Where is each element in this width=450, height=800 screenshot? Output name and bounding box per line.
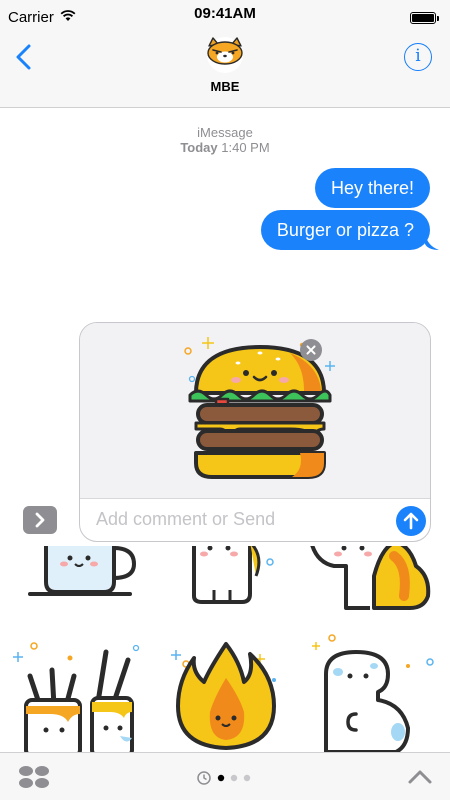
arrow-up-icon: [403, 512, 419, 530]
mug-sticker[interactable]: [20, 546, 144, 598]
bubble-tail: [425, 234, 439, 250]
info-button[interactable]: i: [404, 43, 432, 71]
battery-icon: [410, 12, 439, 24]
chevron-right-icon: [35, 512, 45, 528]
flame-sticker[interactable]: [164, 632, 288, 752]
clock: 09:41AM: [194, 5, 256, 22]
timestamp: Today 1:40 PM: [0, 140, 450, 155]
fries-sticker[interactable]: [300, 546, 440, 612]
app-store-grid-icon[interactable]: [18, 765, 50, 789]
expand-apps-button[interactable]: [23, 506, 57, 534]
service-label: iMessage: [197, 125, 253, 140]
chevron-up-icon[interactable]: [406, 767, 434, 787]
send-button[interactable]: [396, 506, 426, 536]
compose-box: Add comment or Send: [79, 322, 431, 542]
contact-avatar[interactable]: [201, 36, 249, 74]
dinosaur-sticker[interactable]: [304, 632, 444, 752]
comment-input[interactable]: Add comment or Send: [96, 509, 275, 530]
timestamp-time: 1:40 PM: [221, 140, 270, 155]
page-indicator[interactable]: [196, 770, 266, 786]
timestamp-day: Today: [180, 140, 218, 155]
contact-name[interactable]: MBE: [0, 79, 450, 94]
back-chevron-icon[interactable]: [10, 42, 40, 72]
sticker-drawer: [0, 546, 450, 752]
message-bubble[interactable]: Hey there!: [314, 168, 430, 208]
recents-clock-icon: [197, 771, 211, 785]
paint-brush-sticker[interactable]: [10, 636, 150, 752]
character-sticker[interactable]: [170, 546, 280, 608]
conversation-meta: iMessage Today 1:40 PM: [0, 125, 450, 155]
status-bar: Carrier 09:41AM: [0, 0, 450, 36]
nav-bar: MBE i: [0, 36, 450, 108]
app-drawer-bar: [0, 752, 450, 800]
message-bubble[interactable]: Burger or pizza ?: [260, 210, 430, 250]
messages-screen: Carrier 09:41AM MBE i iMessage Today 1:4…: [0, 0, 450, 800]
remove-sticker-button[interactable]: [300, 339, 322, 361]
sticker-preview: [80, 323, 430, 499]
